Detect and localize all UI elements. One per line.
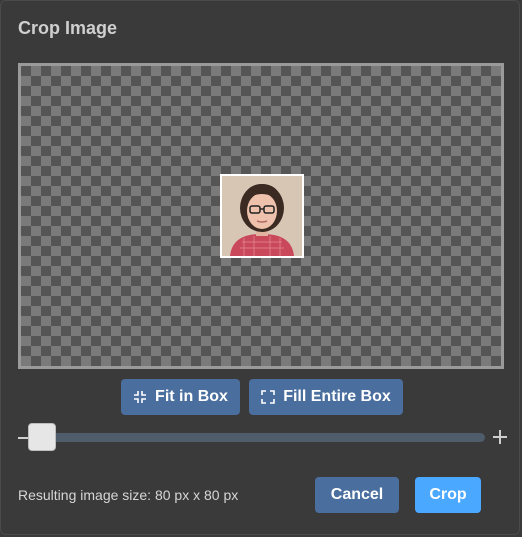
expand-icon [261, 390, 276, 404]
plus-icon[interactable] [493, 430, 507, 444]
result-size-text: Resulting image size: 80 px x 80 px [18, 487, 239, 503]
zoom-slider-thumb[interactable] [28, 423, 56, 451]
cancel-button[interactable]: Cancel [315, 477, 399, 513]
cancel-label: Cancel [330, 486, 384, 503]
fit-in-box-button[interactable]: Fit in Box [121, 379, 240, 415]
crop-canvas[interactable] [18, 63, 504, 369]
shrink-icon [133, 390, 147, 404]
fill-entire-box-button[interactable]: Fill Entire Box [249, 379, 403, 415]
dialog-title: Crop Image [18, 18, 118, 38]
zoom-slider-track[interactable] [29, 433, 485, 442]
crop-dialog: Crop Image Fit in Box Fill Entire Box Re… [0, 0, 520, 535]
fill-entire-box-label: Fill Entire Box [283, 388, 391, 405]
crop-button[interactable]: Crop [415, 477, 481, 513]
fit-in-box-label: Fit in Box [155, 388, 228, 405]
crop-label: Crop [429, 486, 467, 503]
crop-image[interactable] [220, 174, 304, 258]
portrait-image [222, 176, 302, 256]
